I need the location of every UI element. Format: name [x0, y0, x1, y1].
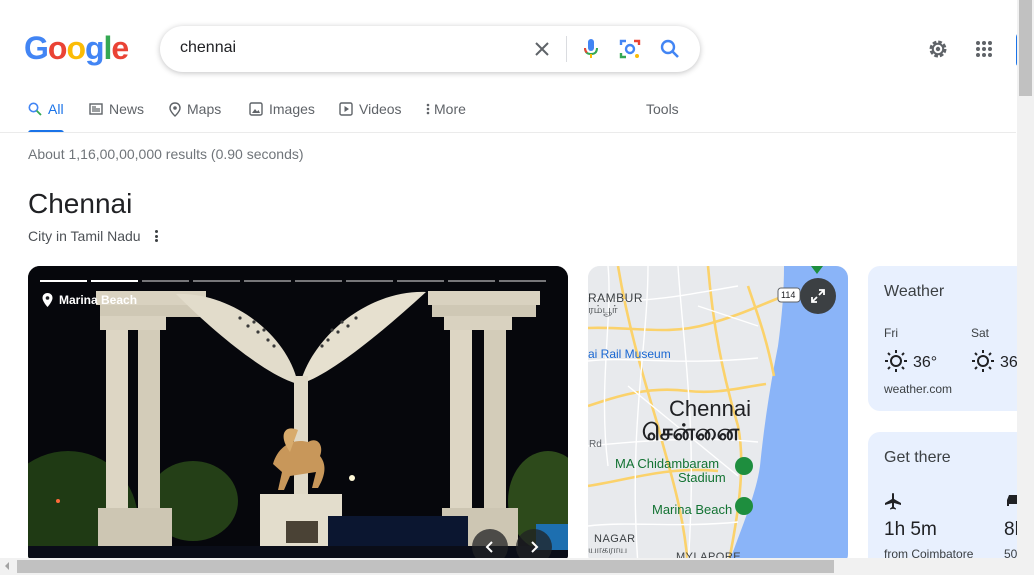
map-label: RAMBUR — [588, 291, 644, 305]
map-pin-icon — [169, 102, 181, 117]
map-label: Marina Beach — [652, 502, 733, 517]
map-label: NAGAR — [594, 533, 636, 545]
photo-location-label[interactable]: Marina Beach — [42, 293, 137, 307]
knowledge-panel-subtitle: City in Tamil Nadu — [28, 228, 141, 244]
tab-more[interactable]: More — [426, 101, 466, 133]
directions-card[interactable]: Get there 1h 5m 8h from Coimbatore 50 — [868, 432, 1034, 572]
horizontal-scroll-thumb[interactable] — [17, 560, 834, 573]
expand-icon — [811, 289, 825, 303]
gear-icon[interactable] — [926, 37, 950, 61]
play-icon — [339, 102, 353, 116]
more-vert-icon — [426, 103, 430, 115]
search-box[interactable]: chennai — [160, 26, 700, 72]
expand-map-button[interactable] — [800, 278, 836, 314]
tab-images[interactable]: Images — [249, 101, 315, 133]
tab-label: Maps — [187, 101, 222, 117]
weather-card[interactable]: Weather Fri Sat 36° 36 weather.com — [868, 266, 1034, 411]
chevron-left-icon — [485, 541, 493, 553]
weather-day: Sat — [971, 326, 990, 340]
sun-icon — [972, 350, 994, 372]
apps-grid-icon[interactable] — [972, 37, 996, 61]
tab-all[interactable]: All — [28, 101, 64, 133]
vertical-scroll-thumb[interactable] — [1019, 0, 1032, 96]
horizontal-scrollbar[interactable] — [0, 558, 1034, 575]
photo-location-text: Marina Beach — [59, 293, 138, 307]
map-label: ai Rail Museum — [588, 347, 671, 361]
close-icon[interactable] — [530, 37, 554, 61]
chevron-right-icon — [531, 541, 539, 553]
tab-label: Images — [269, 101, 315, 117]
marina-beach-photo — [28, 266, 568, 566]
map-preview[interactable]: RAMBUR ரம்பூர் ai Rail Museum Rd 114 Che… — [588, 266, 848, 566]
tab-maps[interactable]: Maps — [169, 101, 221, 133]
result-stats: About 1,16,00,00,000 results (0.90 secon… — [28, 146, 304, 162]
more-options-icon[interactable] — [150, 228, 162, 244]
search-icon — [28, 102, 42, 116]
newspaper-icon — [89, 103, 103, 115]
directions-title: Get there — [884, 449, 951, 466]
tab-label: All — [48, 101, 64, 117]
weather-title: Weather — [884, 283, 945, 300]
mic-icon[interactable] — [579, 37, 603, 61]
map-highway-label: 114 — [781, 290, 796, 300]
weather-temp: 36 — [1000, 354, 1018, 371]
location-pin-icon — [42, 293, 53, 307]
camera-icon[interactable] — [618, 37, 642, 61]
map-label: ரம்பூர் — [588, 304, 618, 316]
sun-icon — [885, 350, 907, 372]
search-input[interactable]: chennai — [180, 39, 236, 57]
tab-label: More — [434, 101, 466, 117]
weather-source[interactable]: weather.com — [884, 382, 952, 396]
photo-carousel[interactable]: Marina Beach — [28, 266, 568, 566]
tools-button[interactable]: Tools — [646, 101, 679, 117]
vertical-scrollbar[interactable] — [1017, 0, 1034, 558]
map-city-name-tamil: சென்னை — [642, 419, 740, 445]
map-label: MA Chidambaram — [615, 456, 720, 471]
scroll-left-arrow[interactable] — [5, 562, 9, 570]
tab-label: Videos — [359, 101, 402, 117]
image-icon — [249, 102, 263, 116]
map-label: யாகராய — [588, 545, 628, 556]
weather-day: Fri — [884, 326, 898, 340]
search-results-page: Google chennai All News Maps Images Vide… — [0, 0, 1034, 575]
weather-temp: 36° — [913, 354, 938, 371]
tab-label: News — [109, 101, 145, 117]
slide-progress — [40, 280, 546, 282]
google-logo[interactable]: Google — [24, 30, 129, 67]
tabs-divider — [0, 132, 1016, 133]
flight-icon — [885, 493, 901, 510]
map-label: Stadium — [678, 470, 726, 485]
knowledge-panel-title: Chennai — [28, 188, 133, 219]
tab-videos[interactable]: Videos — [339, 101, 402, 133]
search-icon[interactable] — [658, 37, 682, 61]
search-divider — [566, 36, 567, 62]
tab-news[interactable]: News — [89, 101, 144, 133]
map-label: Rd — [589, 439, 602, 450]
travel-time: 1h 5m — [884, 519, 937, 540]
